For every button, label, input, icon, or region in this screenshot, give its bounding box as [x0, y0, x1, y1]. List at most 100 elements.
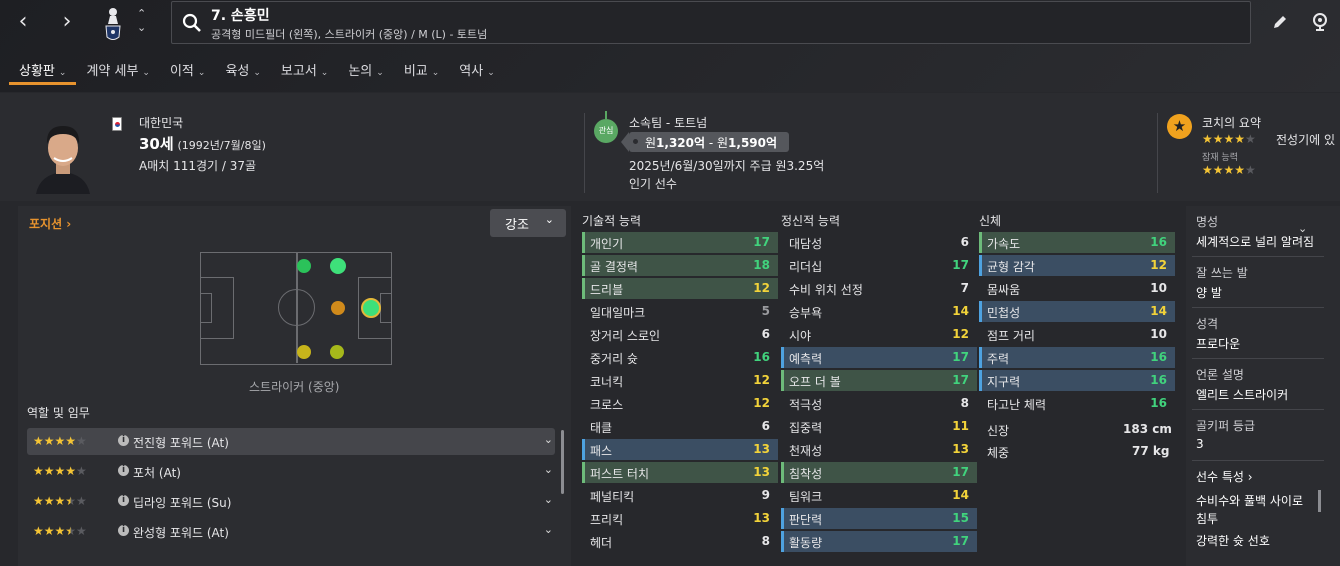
- role-stars: ★★★★★: [33, 494, 87, 508]
- info-icon[interactable]: i: [118, 495, 129, 506]
- club-crest-icon[interactable]: [101, 6, 125, 42]
- emphasis-dropdown[interactable]: 강조 ⌄: [490, 209, 566, 237]
- attribute-row: 활동량 17: [781, 531, 977, 552]
- attribute-row: 골 결정력 18: [582, 255, 778, 276]
- role-row[interactable]: ★★★★★ i 포처 (At) ⌄: [27, 458, 555, 485]
- position-dot-selected: [361, 298, 381, 318]
- chevron-down-icon: ⌄: [142, 68, 150, 78]
- attribute-value: 7: [960, 281, 969, 295]
- forward-arrow-icon[interactable]: ›: [52, 8, 82, 38]
- divider: [1192, 358, 1324, 359]
- position-dot: [330, 345, 344, 359]
- attribute-row: 침착성 17: [781, 462, 977, 483]
- chevron-down-icon[interactable]: ⌄: [544, 433, 553, 446]
- attribute-row: 드리블 12: [582, 278, 778, 299]
- shortlist-icon[interactable]: 관심: [594, 111, 618, 143]
- club-label: 소속팀 - 토트넘: [629, 116, 708, 130]
- position-dot: [297, 345, 311, 359]
- role-row[interactable]: ★★★★★ i 전진형 포워드 (At) ⌄: [27, 428, 555, 455]
- attribute-name: 일대일마크: [590, 306, 646, 320]
- attribute-row: 판단력 15: [781, 508, 977, 529]
- attribute-value: 16: [1150, 396, 1167, 410]
- tab-contract[interactable]: 계약 세부 ⌄: [76, 56, 160, 85]
- attribute-value: 10: [1150, 327, 1167, 341]
- chevron-down-icon[interactable]: ⌄: [544, 463, 553, 476]
- physical-title: 신체: [979, 214, 1002, 228]
- attribute-value: 12: [753, 396, 770, 410]
- attribute-name: 헤더: [590, 536, 613, 550]
- info-icon[interactable]: i: [118, 435, 129, 446]
- role-row[interactable]: ★★★★★ i 딥라잉 포워드 (Su) ⌄: [27, 488, 555, 515]
- attribute-name: 시야: [789, 329, 812, 343]
- back-arrow-icon[interactable]: ‹: [8, 8, 38, 38]
- attribute-row: 태클 6: [582, 416, 778, 437]
- player-dob: (1992년/7월/8일): [177, 139, 266, 152]
- height-label: 신장: [987, 424, 1010, 438]
- attribute-row: 예측력 17: [781, 347, 977, 368]
- traits-link[interactable]: 선수 특성 ›: [1196, 468, 1253, 485]
- position-link[interactable]: 포지션 ›: [29, 215, 71, 232]
- attribute-name: 판단력: [789, 513, 823, 527]
- chevron-down-icon[interactable]: ⌄: [544, 523, 553, 536]
- attribute-row: 헤더 8: [582, 531, 778, 552]
- attribute-name: 점프 거리: [987, 329, 1035, 343]
- goalkeeper-rating-value: 3: [1196, 437, 1204, 451]
- attribute-value: 16: [753, 350, 770, 364]
- attribute-row: 민첩성 14: [979, 301, 1175, 322]
- player-cycle-icon[interactable]: ⌃ ⌄: [137, 7, 146, 35]
- chevron-down-icon[interactable]: ⌄: [544, 493, 553, 506]
- tab-compare[interactable]: 비교 ⌄: [394, 56, 449, 85]
- potential-label: 잠재 능력: [1202, 153, 1238, 163]
- attribute-name: 패스: [590, 444, 613, 458]
- attribute-row: 일대일마크 5: [582, 301, 778, 322]
- media-value: 엘리트 스트라이커: [1196, 388, 1289, 402]
- media-label: 언론 설명: [1196, 368, 1244, 382]
- tab-discuss[interactable]: 논의 ⌄: [338, 56, 393, 85]
- attribute-name: 가속도: [987, 237, 1021, 251]
- attribute-row: 대담성 6: [781, 232, 977, 253]
- attribute-name: 지구력: [987, 375, 1021, 389]
- position-dot: [330, 258, 346, 274]
- info-icon[interactable]: i: [118, 465, 129, 476]
- attribute-row: 개인기 17: [582, 232, 778, 253]
- attribute-name: 팀워크: [789, 490, 823, 504]
- attribute-value: 6: [761, 327, 770, 341]
- selected-position-label: 스트라이커 (중앙): [249, 380, 340, 394]
- edit-icon[interactable]: [1270, 12, 1290, 32]
- attribute-name: 크로스: [590, 398, 624, 412]
- scout-icon[interactable]: [1310, 12, 1330, 32]
- attribute-name: 페널티킥: [590, 490, 635, 504]
- mental-title: 정신적 능력: [781, 214, 841, 228]
- tab-reports[interactable]: 보고서 ⌄: [271, 56, 338, 85]
- chevron-down-icon: ⌄: [487, 68, 495, 78]
- info-icon[interactable]: i: [118, 525, 129, 536]
- attribute-name: 개인기: [590, 237, 624, 251]
- attribute-value: 18: [753, 258, 770, 272]
- attribute-name: 프리킥: [590, 513, 624, 527]
- attribute-name: 민첩성: [987, 306, 1021, 320]
- nationality: 대한민국: [139, 116, 184, 130]
- role-row[interactable]: ★★★★★ i 완성형 포워드 (At) ⌄: [27, 518, 555, 545]
- attribute-value: 16: [1150, 373, 1167, 387]
- attribute-value: 6: [960, 235, 969, 249]
- tab-history[interactable]: 역사 ⌄: [449, 56, 504, 85]
- tab-transfer[interactable]: 이적 ⌄: [160, 56, 215, 85]
- attribute-value: 10: [1150, 281, 1167, 295]
- attribute-name: 코너킥: [590, 375, 624, 389]
- tab-bar: 상황판 ⌄ 계약 세부 ⌄ 이적 ⌄ 육성 ⌄ 보고서 ⌄ 논의 ⌄ 비교 ⌄ 역사 ⌄: [9, 56, 505, 86]
- trait-item: 강력한 슛 선호: [1196, 534, 1270, 548]
- attribute-value: 5: [761, 304, 770, 318]
- player-title-bar[interactable]: 7. 손흥민 공격형 미드필더 (왼쪽), 스트라이커 (중앙) / M (L)…: [171, 1, 1251, 44]
- tab-development[interactable]: 육성 ⌄: [215, 56, 270, 85]
- role-stars: ★★★★★: [33, 464, 87, 478]
- position-dot: [331, 301, 345, 315]
- attribute-row: 페널티킥 9: [582, 485, 778, 506]
- nationality-flag-icon: [112, 117, 122, 131]
- attribute-value: 9: [761, 488, 770, 502]
- attribute-value: 12: [1150, 258, 1167, 272]
- traits-scrollbar[interactable]: [1318, 490, 1321, 512]
- attribute-value: 14: [1150, 304, 1167, 318]
- roles-scrollbar[interactable]: [561, 430, 564, 494]
- tab-overview[interactable]: 상황판 ⌄: [9, 56, 77, 85]
- attribute-value: 13: [753, 465, 770, 479]
